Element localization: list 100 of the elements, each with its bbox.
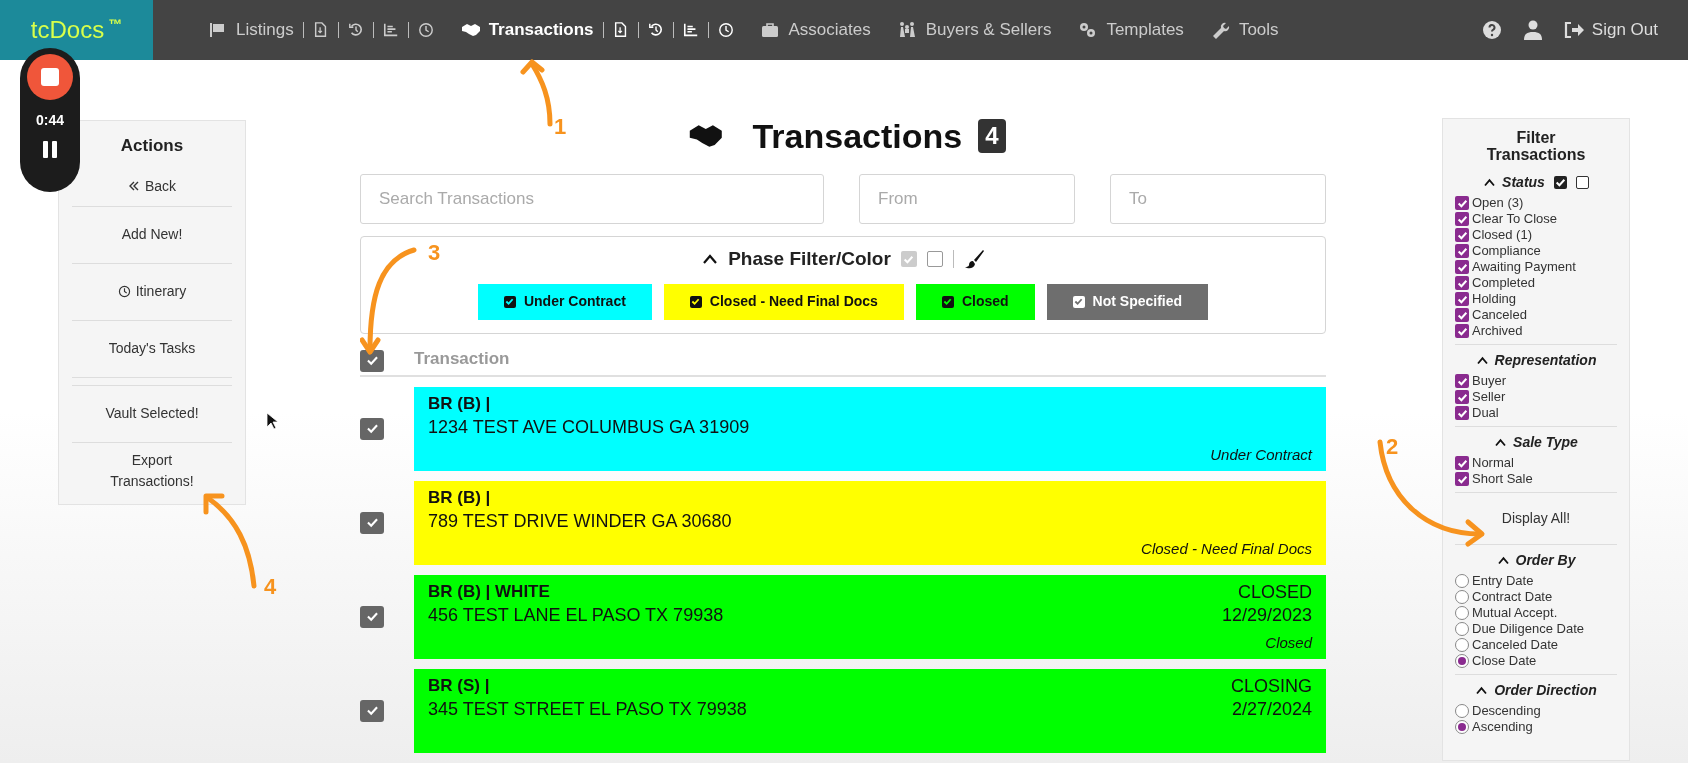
filter-option[interactable]: Normal bbox=[1472, 455, 1514, 471]
search-field[interactable]: Search Transactions bbox=[360, 174, 824, 224]
action-link[interactable]: Vault Selected! bbox=[105, 403, 199, 424]
checked-checkbox[interactable] bbox=[1072, 295, 1085, 308]
nav-link[interactable]: Buyers & Sellers bbox=[896, 17, 1052, 43]
document-link[interactable] bbox=[312, 22, 329, 38]
display-all-button[interactable]: Display All! bbox=[1501, 508, 1571, 529]
transaction-card[interactable]: BR (S) | 345 TEST STREET EL PASO TX 79938 CLOSING 2/27/2024 bbox=[414, 668, 1326, 753]
radio-button[interactable] bbox=[1455, 606, 1469, 620]
checked-checkbox[interactable] bbox=[1455, 212, 1469, 226]
stop-button[interactable] bbox=[27, 54, 73, 100]
checked-checkbox[interactable] bbox=[941, 295, 954, 308]
filter-option[interactable]: Seller bbox=[1472, 389, 1506, 405]
document-link[interactable] bbox=[612, 22, 629, 38]
chevron-up-icon[interactable] bbox=[702, 253, 719, 266]
checked-checkbox[interactable] bbox=[360, 417, 384, 440]
paintbrush-icon[interactable] bbox=[963, 249, 984, 270]
history-link[interactable] bbox=[647, 22, 664, 38]
nav-link[interactable]: Transactions bbox=[459, 17, 594, 43]
filter-option[interactable]: Clear To Close bbox=[1472, 211, 1558, 227]
action-link[interactable]: Export Transactions! bbox=[107, 450, 197, 492]
filter-option[interactable]: Canceled bbox=[1472, 307, 1527, 323]
chevron-up-icon[interactable] bbox=[1496, 556, 1510, 565]
action-link[interactable]: Itinerary bbox=[117, 281, 187, 302]
phase-chip[interactable]: Under Contract bbox=[477, 283, 652, 320]
filter-option[interactable]: Buyer bbox=[1472, 373, 1506, 389]
checked-checkbox[interactable] bbox=[689, 295, 702, 308]
transaction-card[interactable]: BR (B) | WHITE 456 TEST LANE EL PASO TX 79938 CLOSED 12/29/2023 Closed bbox=[414, 574, 1326, 659]
filter-option[interactable]: Mutual Accept. bbox=[1472, 605, 1558, 621]
checked-checkbox[interactable] bbox=[360, 605, 384, 628]
unchecked-checkbox[interactable] bbox=[926, 251, 943, 268]
help-icon[interactable] bbox=[1481, 20, 1502, 40]
nav-link[interactable]: Listings bbox=[207, 17, 294, 43]
filter-option[interactable]: Due Diligence Date bbox=[1472, 621, 1584, 637]
action-link[interactable]: Add New! bbox=[121, 224, 183, 245]
chevron-up-icon[interactable] bbox=[1475, 356, 1489, 365]
checked-checkbox[interactable] bbox=[1455, 324, 1469, 338]
filter-option[interactable]: Close Date bbox=[1472, 653, 1537, 669]
radio-button[interactable] bbox=[1455, 622, 1469, 636]
list-chart-link[interactable] bbox=[382, 22, 399, 38]
nav-link[interactable]: Tools bbox=[1209, 17, 1279, 43]
selected-radio[interactable] bbox=[1455, 720, 1469, 734]
checked-checkbox[interactable] bbox=[1455, 472, 1469, 486]
from-date-field[interactable]: From bbox=[859, 174, 1075, 224]
checked-checkbox[interactable] bbox=[360, 511, 384, 534]
checked-checkbox[interactable] bbox=[360, 699, 384, 722]
sign-out-link[interactable]: Sign Out bbox=[1563, 17, 1658, 43]
checked-checkbox[interactable] bbox=[1455, 308, 1469, 322]
checked-checkbox[interactable] bbox=[1455, 456, 1469, 470]
phase-chip[interactable]: Closed - Need Final Docs bbox=[663, 283, 904, 320]
checked-checkbox[interactable] bbox=[1455, 244, 1469, 258]
filter-option[interactable]: Awaiting Payment bbox=[1472, 259, 1576, 275]
clock-link[interactable] bbox=[417, 22, 434, 38]
filter-option[interactable]: Descending bbox=[1472, 703, 1541, 719]
phase-chip[interactable]: Not Specified bbox=[1046, 283, 1209, 320]
filter-option[interactable]: Archived bbox=[1472, 323, 1523, 339]
unchecked-checkbox[interactable] bbox=[1575, 176, 1589, 189]
action-link[interactable]: Back bbox=[127, 175, 177, 197]
transaction-card[interactable]: BR (B) | 1234 TEST AVE COLUMBUS GA 31909 Under Contract bbox=[414, 386, 1326, 471]
nav-link[interactable]: Templates bbox=[1077, 17, 1184, 43]
phase-chip[interactable]: Closed bbox=[915, 283, 1035, 320]
checked-checkbox[interactable] bbox=[1455, 406, 1469, 420]
nav-link[interactable]: Associates bbox=[759, 17, 871, 43]
checked-checkbox[interactable] bbox=[1455, 196, 1469, 210]
filter-option[interactable]: Completed bbox=[1472, 275, 1535, 291]
selected-radio[interactable] bbox=[1455, 654, 1469, 668]
filter-option[interactable]: Dual bbox=[1472, 405, 1499, 421]
user-icon[interactable] bbox=[1523, 20, 1542, 40]
checked-checkbox[interactable] bbox=[1553, 176, 1567, 189]
action-link[interactable]: Today's Tasks bbox=[108, 338, 196, 359]
chevron-up-icon[interactable] bbox=[1475, 686, 1489, 695]
transaction-card[interactable]: BR (B) | 789 TEST DRIVE WINDER GA 30680 Closed - Need Final Docs bbox=[414, 480, 1326, 565]
filter-option[interactable]: Contract Date bbox=[1472, 589, 1553, 605]
checked-checkbox[interactable] bbox=[1455, 374, 1469, 388]
filter-option[interactable]: Closed (1) bbox=[1472, 227, 1532, 243]
filter-option[interactable]: Entry Date bbox=[1472, 573, 1534, 589]
radio-button[interactable] bbox=[1455, 704, 1469, 718]
history-link[interactable] bbox=[347, 22, 364, 38]
checked-checkbox[interactable] bbox=[1455, 260, 1469, 274]
chevron-up-icon[interactable] bbox=[1494, 438, 1508, 447]
to-date-field[interactable]: To bbox=[1110, 174, 1326, 224]
chevron-up-icon[interactable] bbox=[1483, 178, 1497, 187]
checked-checkbox[interactable] bbox=[1455, 276, 1469, 290]
filter-option[interactable]: Canceled Date bbox=[1472, 637, 1558, 653]
checked-checkbox[interactable] bbox=[1455, 292, 1469, 306]
radio-button[interactable] bbox=[1455, 590, 1469, 604]
checked-checkbox[interactable] bbox=[1455, 390, 1469, 404]
checked-checkbox[interactable] bbox=[360, 349, 384, 372]
pause-button[interactable] bbox=[43, 141, 57, 158]
filter-option[interactable]: Ascending bbox=[1472, 719, 1533, 735]
filter-option[interactable]: Holding bbox=[1472, 291, 1517, 307]
filter-option[interactable]: Compliance bbox=[1472, 243, 1541, 259]
radio-button[interactable] bbox=[1455, 574, 1469, 588]
cursor-icon bbox=[266, 412, 278, 430]
radio-button[interactable] bbox=[1455, 638, 1469, 652]
checked-checkbox[interactable] bbox=[1455, 228, 1469, 242]
checked-checkbox[interactable] bbox=[503, 295, 516, 308]
checked-checkbox[interactable] bbox=[900, 251, 917, 268]
filter-option[interactable]: Short Sale bbox=[1472, 471, 1533, 487]
filter-option[interactable]: Open (3) bbox=[1472, 195, 1524, 211]
